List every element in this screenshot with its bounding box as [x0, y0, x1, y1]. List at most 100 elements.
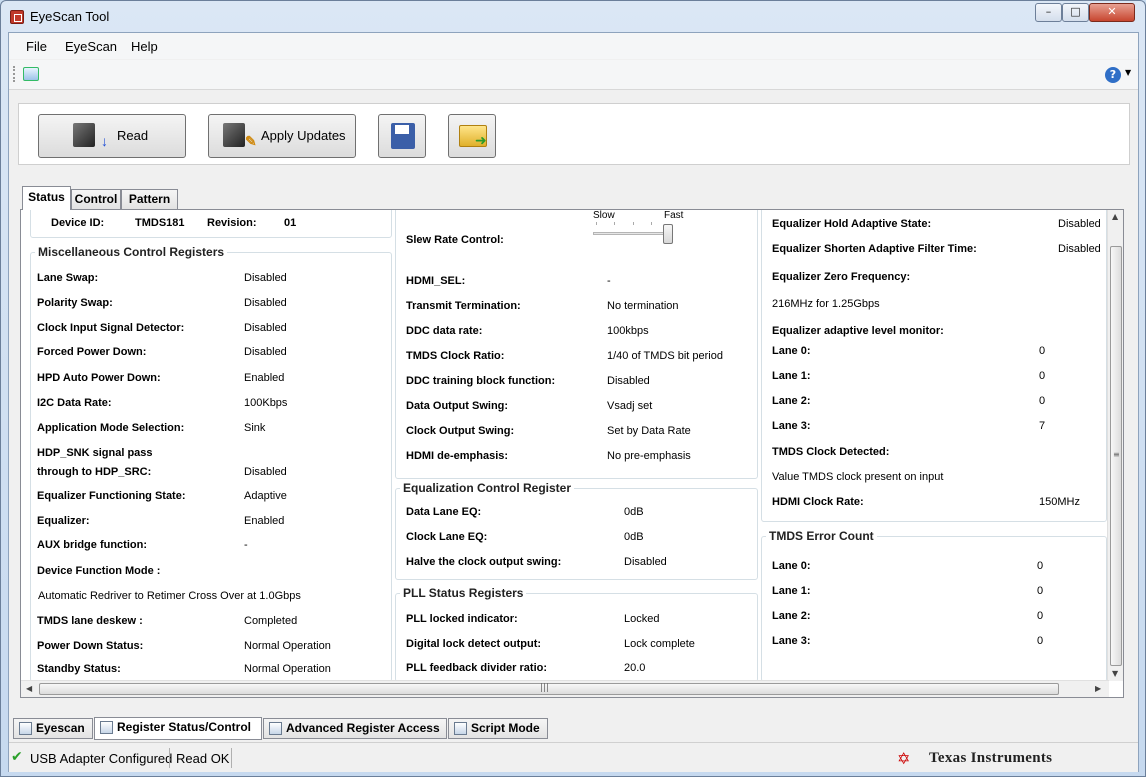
- pll-value: 20.0: [624, 662, 646, 674]
- misc-control-group: Miscellaneous Control Registers Lane Swa…: [30, 245, 392, 682]
- output-value: Vsadj set: [607, 400, 653, 412]
- eq-hold-value: Disabled: [1058, 218, 1101, 230]
- toolbar-grip[interactable]: [13, 66, 15, 82]
- misc-label: Application Mode Selection:: [37, 422, 185, 434]
- lane-label: Lane 0:: [772, 345, 811, 357]
- lane-value: 0: [1039, 395, 1046, 407]
- slider-tick: [633, 222, 634, 225]
- misc-label: HDP_SNK signal pass: [37, 447, 153, 459]
- tab-register-status-control[interactable]: Register Status/Control: [94, 717, 262, 740]
- app-logo-icon: [10, 10, 24, 24]
- misc-label: AUX bridge function:: [37, 539, 147, 551]
- output-value: -: [607, 275, 611, 287]
- tab-script-mode[interactable]: Script Mode: [448, 718, 548, 739]
- open-button[interactable]: ➜: [448, 114, 496, 158]
- menu-file[interactable]: File: [26, 39, 47, 54]
- apply-updates-label: Apply Updates: [261, 128, 346, 143]
- eq-value: 0dB: [624, 506, 644, 518]
- app-window: EyeScan Tool – □ ✕ File EyeScan Help ? ▼…: [0, 0, 1146, 777]
- eq-shorten-value: Disabled: [1058, 243, 1101, 255]
- chevron-down-icon[interactable]: ▼: [1125, 68, 1131, 77]
- checkmark-icon: ✔: [11, 749, 23, 765]
- save-button[interactable]: [378, 114, 426, 158]
- wrench-icon: [269, 722, 282, 735]
- chip-icon: [73, 123, 95, 147]
- output-value: 100kbps: [607, 325, 649, 337]
- tab-pattern[interactable]: Pattern: [121, 189, 178, 209]
- menu-eyescan[interactable]: EyeScan: [65, 39, 117, 54]
- hdmi-clock-rate-label: HDMI Clock Rate:: [772, 496, 864, 508]
- tab-eyescan[interactable]: Eyescan: [13, 718, 93, 739]
- slew-rate-label: Slew Rate Control:: [406, 234, 504, 246]
- misc-value: Disabled: [244, 272, 287, 284]
- revision-label: Revision:: [207, 217, 257, 229]
- output-label: HDMI_SEL:: [406, 275, 466, 287]
- misc-label: I2C Data Rate:: [37, 397, 112, 409]
- error-lane-label: Lane 2:: [772, 610, 811, 622]
- misc-value: Enabled: [244, 372, 285, 384]
- brand-name: Texas Instruments: [929, 750, 1053, 766]
- eq-value: Disabled: [624, 556, 667, 568]
- close-button[interactable]: ✕: [1089, 3, 1135, 22]
- tmds-error-count-group: TMDS Error Count Lane 0: 0 Lane 1: 0 Lan…: [761, 529, 1107, 682]
- connect-adapter-icon[interactable]: [23, 67, 39, 81]
- maximize-button[interactable]: □: [1062, 3, 1089, 22]
- slew-rate-slider-thumb[interactable]: [663, 224, 673, 244]
- lane-label: Lane 1:: [772, 370, 811, 382]
- pll-label: PLL locked indicator:: [406, 613, 518, 625]
- lane-value: 0: [1039, 370, 1046, 382]
- slew-rate-slider[interactable]: [593, 232, 673, 235]
- pll-label: PLL feedback divider ratio:: [406, 662, 548, 674]
- revision-value: 01: [284, 217, 297, 229]
- menu-help[interactable]: Help: [131, 39, 158, 54]
- misc-value: Disabled: [244, 297, 287, 309]
- scroll-up-icon[interactable]: ▲: [1112, 212, 1118, 221]
- misc-label: Equalizer Functioning State:: [37, 490, 186, 502]
- misc-label: Clock Input Signal Detector:: [37, 322, 185, 334]
- tab-status[interactable]: Status: [22, 186, 71, 210]
- ti-logo-icon: ✡: [897, 749, 911, 768]
- window-title: EyeScan Tool: [30, 9, 110, 24]
- lane-value: 7: [1039, 420, 1046, 432]
- pll-label: Digital lock detect output:: [406, 638, 542, 650]
- horizontal-scrollbar[interactable]: ◀ ||| ▶: [21, 680, 1109, 697]
- script-icon: [454, 722, 467, 735]
- pll-status-group: PLL Status Registers PLL locked indicato…: [395, 586, 758, 682]
- scroll-down-icon[interactable]: ▼: [1112, 669, 1118, 678]
- status-divider: [169, 748, 170, 768]
- hdmi-clock-rate-value: 150MHz: [1039, 496, 1080, 508]
- device-id-label: Device ID:: [51, 217, 105, 229]
- minimize-button[interactable]: –: [1035, 3, 1062, 22]
- scroll-left-icon[interactable]: ◀: [26, 684, 32, 693]
- output-value: No pre-emphasis: [607, 450, 691, 462]
- read-button[interactable]: ↓ Read: [38, 114, 186, 158]
- misc-label: Forced Power Down:: [37, 346, 147, 358]
- slew-slow-label: Slow: [593, 210, 615, 221]
- lane-label: Lane 2:: [772, 395, 811, 407]
- help-icon[interactable]: ?: [1105, 67, 1121, 83]
- group-title: Miscellaneous Control Registers: [35, 245, 228, 259]
- toolbar: ? ▼: [9, 60, 1138, 90]
- menu-bar: File EyeScan Help: [9, 33, 1138, 59]
- apply-updates-button[interactable]: ✎ Apply Updates: [208, 114, 356, 158]
- horizontal-scroll-thumb[interactable]: |||: [39, 683, 1059, 695]
- misc-label: Lane Swap:: [37, 272, 99, 284]
- output-label: HDMI de-emphasis:: [406, 450, 509, 462]
- vertical-scrollbar[interactable]: ▲ ≡ ▼: [1107, 210, 1123, 681]
- slider-tick: [651, 222, 652, 225]
- scroll-right-icon[interactable]: ▶: [1095, 684, 1101, 693]
- eq-shorten-label: Equalizer Shorten Adaptive Filter Time:: [772, 243, 977, 255]
- vertical-scroll-thumb[interactable]: ≡: [1110, 246, 1122, 666]
- output-label: Data Output Swing:: [406, 400, 509, 412]
- tab-advanced-register-access[interactable]: Advanced Register Access: [263, 718, 447, 739]
- slew-fast-label: Fast: [664, 210, 684, 221]
- grip-icon: ≡: [1113, 450, 1120, 459]
- device-info-group: Device ID: TMDS181 Revision: 01: [30, 210, 392, 238]
- misc-value: Adaptive: [244, 490, 287, 502]
- misc-label: through to HDP_SRC:: [37, 466, 152, 478]
- eq-zero-value: 216MHz for 1.25Gbps: [772, 298, 880, 310]
- error-lane-value: 0: [1037, 610, 1044, 622]
- tab-control[interactable]: Control: [71, 189, 121, 209]
- output-label: Clock Output Swing:: [406, 425, 515, 437]
- tab-label: Advanced Register Access: [286, 721, 440, 735]
